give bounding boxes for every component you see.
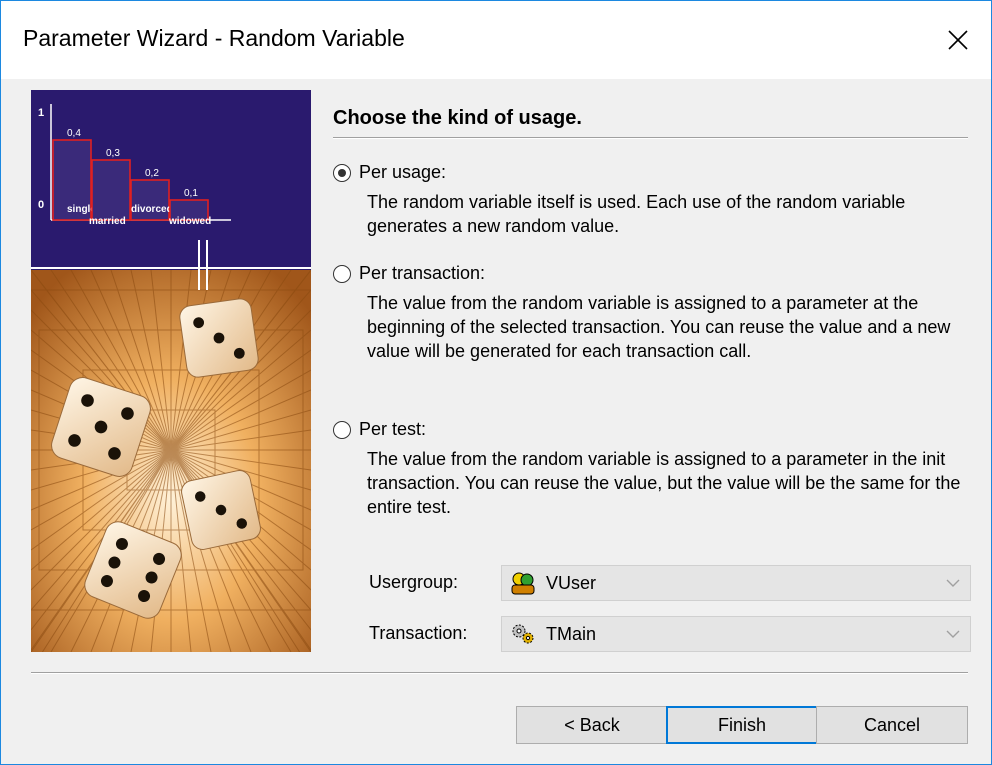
usergroup-select[interactable]: VUser [501,565,971,601]
title-bar: Parameter Wizard - Random Variable [1,1,991,79]
illustration-bar-value: 0,2 [145,168,159,179]
illustration-bar-label: married [89,216,126,227]
per-test-radio[interactable] [333,421,351,439]
per-usage-description: The random variable itself is used. Each… [367,192,906,236]
step-heading: Choose the kind of usage. [333,107,582,129]
illustration-bar-value: 0,3 [106,148,120,159]
cancel-button[interactable]: Cancel [816,706,968,744]
chevron-down-icon [946,579,960,587]
die-image [179,298,259,378]
transaction-value: TMain [546,624,597,644]
per-transaction-radio[interactable] [333,265,351,283]
transaction-select[interactable]: TMain [501,616,971,652]
per-usage-label[interactable]: Per usage: [359,162,446,183]
gears-icon [512,624,534,644]
per-test-label[interactable]: Per test: [359,419,426,440]
wizard-body: 1 0 0,4 single 0,3 married 0,2 divorced 0,1 wid… [1,79,991,764]
usergroup-label: Usergroup: [369,572,459,592]
close-button[interactable] [925,1,991,79]
die-image [181,470,261,550]
transaction-label: Transaction: [369,623,468,643]
illustration-bar [91,159,131,221]
users-icon [511,572,535,595]
back-button[interactable]: < Back [516,706,668,744]
usergroup-value: VUser [546,573,597,593]
chevron-down-icon [946,630,960,638]
per-transaction-description: The value from the random variable is as… [367,293,951,361]
chart-y-max: 1 [38,107,44,119]
illustration-bar-label: widowed [168,216,211,227]
illustration-bar-value: 0,4 [67,128,81,139]
footer-divider [31,672,968,674]
heading-divider [333,137,968,139]
per-test-description: The value from the random variable is as… [367,449,961,517]
illustration-bar-value: 0,1 [184,188,198,199]
per-usage-radio[interactable] [333,164,351,182]
per-transaction-label[interactable]: Per transaction: [359,263,485,284]
window-title: Parameter Wizard - Random Variable [23,25,405,51]
wizard-illustration: 1 0 0,4 single 0,3 married 0,2 divorced 0,1 wid… [31,90,311,652]
finish-button[interactable]: Finish [666,706,818,744]
wizard-dialog: Parameter Wizard - Random Variable 1 0 0… [0,0,992,765]
chart-y-min: 0 [38,199,44,211]
close-icon [948,30,968,50]
illustration-bar-label: divorced [131,204,173,215]
